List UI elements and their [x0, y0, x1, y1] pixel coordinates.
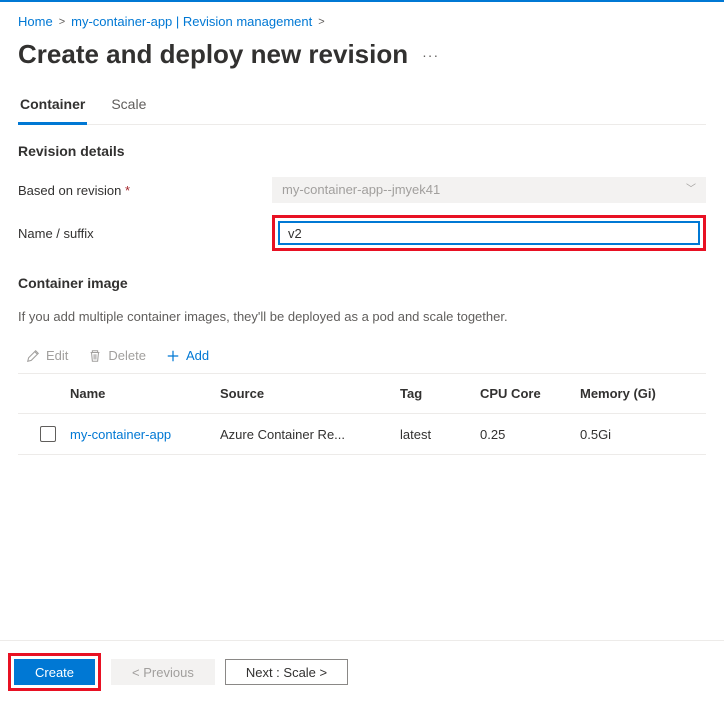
chevron-right-icon: >: [59, 16, 65, 28]
chevron-right-icon: >: [318, 16, 324, 28]
next-button[interactable]: Next : Scale >: [225, 659, 348, 685]
name-suffix-input[interactable]: [278, 221, 700, 245]
table-header: Name Source Tag CPU Core Memory (Gi): [18, 374, 706, 414]
breadcrumb-app[interactable]: my-container-app | Revision management: [71, 14, 312, 29]
table-row: my-container-app Azure Container Re... l…: [18, 414, 706, 455]
revision-details-heading: Revision details: [18, 143, 706, 171]
page-title: Create and deploy new revision: [18, 39, 408, 70]
container-image-heading: Container image: [18, 275, 706, 303]
tab-container[interactable]: Container: [18, 96, 87, 125]
name-suffix-label: Name / suffix: [18, 226, 272, 241]
col-mem: Memory (Gi): [580, 386, 698, 401]
row-tag: latest: [400, 427, 480, 442]
more-icon[interactable]: ···: [422, 47, 439, 63]
based-on-select[interactable]: my-container-app--jmyek41 ﹀: [272, 177, 706, 203]
col-source: Source: [220, 386, 400, 401]
name-suffix-highlight: [272, 215, 706, 251]
image-toolbar: Edit Delete Add: [18, 338, 706, 373]
add-button[interactable]: Add: [158, 344, 217, 367]
row-mem: 0.5Gi: [580, 427, 698, 442]
row-checkbox[interactable]: [40, 426, 56, 442]
add-label: Add: [186, 348, 209, 363]
tab-bar: Container Scale: [18, 96, 706, 125]
trash-icon: [88, 349, 102, 363]
footer-bar: Create < Previous Next : Scale >: [0, 640, 724, 703]
delete-button: Delete: [80, 344, 154, 367]
container-table: Name Source Tag CPU Core Memory (Gi) my-…: [18, 373, 706, 455]
breadcrumb-home[interactable]: Home: [18, 14, 53, 29]
tab-scale[interactable]: Scale: [109, 96, 148, 125]
based-on-value: my-container-app--jmyek41: [282, 177, 440, 203]
breadcrumb: Home > my-container-app | Revision manag…: [18, 10, 706, 37]
edit-button: Edit: [18, 344, 76, 367]
col-cpu: CPU Core: [480, 386, 580, 401]
row-source: Azure Container Re...: [220, 427, 400, 442]
delete-label: Delete: [108, 348, 146, 363]
row-cpu: 0.25: [480, 427, 580, 442]
plus-icon: [166, 349, 180, 363]
previous-button: < Previous: [111, 659, 215, 685]
pencil-icon: [26, 349, 40, 363]
edit-label: Edit: [46, 348, 68, 363]
col-name: Name: [70, 386, 220, 401]
based-on-label: Based on revision *: [18, 183, 272, 198]
col-tag: Tag: [400, 386, 480, 401]
chevron-down-icon: ﹀: [686, 177, 696, 203]
container-image-hint: If you add multiple container images, th…: [18, 303, 706, 338]
create-button[interactable]: Create: [14, 659, 95, 685]
row-name-link[interactable]: my-container-app: [70, 427, 220, 442]
create-highlight: Create: [8, 653, 101, 691]
